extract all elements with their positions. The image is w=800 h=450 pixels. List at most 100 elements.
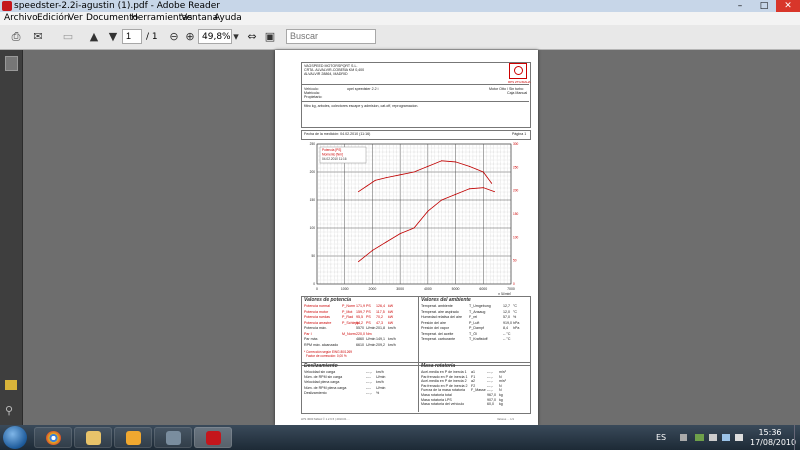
menu-edicion[interactable]: Edición xyxy=(37,12,70,25)
y-right-tick-label: 200 xyxy=(513,189,519,193)
masa-cell: a2 xyxy=(471,379,475,384)
masa-cell: F2 xyxy=(471,383,476,388)
potencia-cell: U/min xyxy=(366,326,376,330)
series-point-0 xyxy=(482,187,484,189)
potencia-cell: Par I xyxy=(304,331,312,336)
taskbar-app[interactable] xyxy=(154,427,192,448)
taskbar-media[interactable] xyxy=(114,427,152,448)
potencia-cell: 159,7 xyxy=(356,309,365,314)
menu-archivo[interactable]: Archivo xyxy=(4,12,38,25)
flag-icon[interactable] xyxy=(709,434,717,441)
taskbar-adobe-reader[interactable] xyxy=(194,427,232,448)
legend-entry: Momento [Nm] xyxy=(322,153,343,157)
zoom-select[interactable]: 49,8% xyxy=(198,29,232,44)
menu-ayuda[interactable]: Ayuda xyxy=(214,12,242,25)
series-point-0 xyxy=(455,193,457,195)
series-point-1 xyxy=(482,171,484,173)
attachment-icon[interactable]: ⚲ xyxy=(5,404,17,417)
network-icon[interactable] xyxy=(722,434,730,441)
potencia-cell: U/min xyxy=(366,342,376,347)
menu-ventana[interactable]: Ventana xyxy=(181,12,218,25)
prev-page-icon[interactable]: ▲ xyxy=(86,29,102,45)
masa-cell: 967,0 xyxy=(487,393,496,397)
masa-cell: ---,- xyxy=(487,370,493,374)
ambiente-cell: Presión del aire xyxy=(421,320,446,325)
taskbar-explorer[interactable] xyxy=(74,427,112,448)
y-right-tick-label: 150 xyxy=(513,212,519,216)
series-point-0 xyxy=(441,199,443,201)
potencia-cell: 6610 xyxy=(356,342,364,347)
pdf-page: VAGSPEED MOTORSPORT S.L. CRTA. ALVALVIR-… xyxy=(275,50,538,425)
masa-cell: m/s² xyxy=(499,370,506,374)
ambiente-cell: Temperat. aire aspirado xyxy=(421,309,459,314)
x-tick-label: 5000 xyxy=(452,287,460,291)
potencia-cell: kW xyxy=(388,304,394,308)
ambiente-cell: hPa xyxy=(513,326,520,330)
ambiente-cell: Temperat. ambiente xyxy=(421,304,453,308)
series-point-1 xyxy=(385,177,387,179)
taskbar-chrome[interactable] xyxy=(34,427,72,448)
potencia-cell: km/h xyxy=(388,342,396,347)
comments-icon[interactable] xyxy=(5,380,17,390)
search-input[interactable] xyxy=(286,29,376,44)
series-point-0 xyxy=(413,227,415,229)
deslizamiento-heading: Deslizamiento xyxy=(304,363,338,369)
clock-date[interactable]: 17/08/2010 xyxy=(750,438,796,447)
next-page-icon[interactable]: ▼ xyxy=(105,29,121,45)
vehicle-value: opel speedster 2.2 i xyxy=(347,87,379,91)
page-label: Página 1 xyxy=(512,132,527,136)
zoom-in-icon[interactable]: ⊕ xyxy=(182,29,198,45)
email-icon[interactable]: ✉ xyxy=(30,29,46,45)
masa-cell: ---,- xyxy=(487,374,493,379)
pages-panel-icon[interactable] xyxy=(5,56,18,71)
potencia-cell: 4860 xyxy=(356,337,364,341)
close-button[interactable]: ✕ xyxy=(776,0,800,12)
clock-time[interactable]: 15:36 xyxy=(756,428,784,437)
tuning-note: filtro kg, arboles, colectores escape y … xyxy=(304,104,419,108)
print-icon[interactable]: ⎙ xyxy=(8,29,24,45)
potencia-cell: 5570 xyxy=(356,326,364,330)
zoom-out-icon[interactable]: ⊖ xyxy=(166,29,182,45)
potencia-cell: 201,8 xyxy=(376,326,385,330)
masa-cell: Par.frenado en P de inercia 1 xyxy=(421,374,468,379)
ambiente-cell: °C xyxy=(513,309,518,314)
masa-cell: N xyxy=(499,383,502,388)
language-indicator[interactable]: ES xyxy=(656,433,666,442)
measurement-date: Fecha de la medición: 04.02.2010 (11:16) xyxy=(304,132,371,136)
x-tick-label: 4000 xyxy=(424,287,432,291)
x-tick-label: 7000 xyxy=(507,287,515,291)
comment-icon[interactable]: ▭ xyxy=(60,29,76,45)
masa-cell: a1 xyxy=(471,370,475,374)
menu-ver[interactable]: Ver xyxy=(68,12,83,25)
legend-entry: 04.02.2010 11:16 xyxy=(322,157,347,161)
maximize-button[interactable]: □ xyxy=(752,0,776,12)
potencia-cell: 220,0 xyxy=(356,331,365,336)
x-tick-label: 2000 xyxy=(369,287,377,291)
chevron-down-icon[interactable]: ▾ xyxy=(232,29,240,45)
desliz-cell: Velocidad sin carga xyxy=(304,370,336,374)
potencia-cell: km/h xyxy=(388,337,396,341)
ambiente-cell: F_rel xyxy=(469,315,478,319)
series-point-1 xyxy=(358,191,360,193)
page-number-input[interactable] xyxy=(122,29,142,44)
fit-page-icon[interactable]: ▣ xyxy=(262,29,278,45)
start-button[interactable] xyxy=(3,426,27,449)
tray-app-icon[interactable] xyxy=(695,434,704,441)
potencia-cell: Potencia arrastre xyxy=(304,320,332,325)
fit-width-icon[interactable]: ⇔ xyxy=(244,29,260,45)
series-point-1 xyxy=(441,160,443,162)
page-total: / 1 xyxy=(146,32,158,42)
desliz-cell: U/min xyxy=(376,375,386,380)
ambiente-cell: 57,0 xyxy=(503,315,510,319)
series-point-1 xyxy=(427,165,429,167)
potencia-cell: PS xyxy=(366,309,371,314)
volume-icon[interactable] xyxy=(735,434,743,441)
ambiente-cell: -- °C xyxy=(503,331,511,336)
masa-heading: Masa rotatoria xyxy=(421,363,456,369)
minimize-button[interactable]: – xyxy=(728,0,752,12)
show-desktop-button[interactable] xyxy=(794,425,800,450)
y-right-tick-label: 250 xyxy=(513,165,519,169)
tray-up-icon[interactable] xyxy=(680,434,687,441)
ambiente-cell: 12,7 xyxy=(503,304,510,308)
potencia-cell: M_Norm xyxy=(342,331,356,336)
